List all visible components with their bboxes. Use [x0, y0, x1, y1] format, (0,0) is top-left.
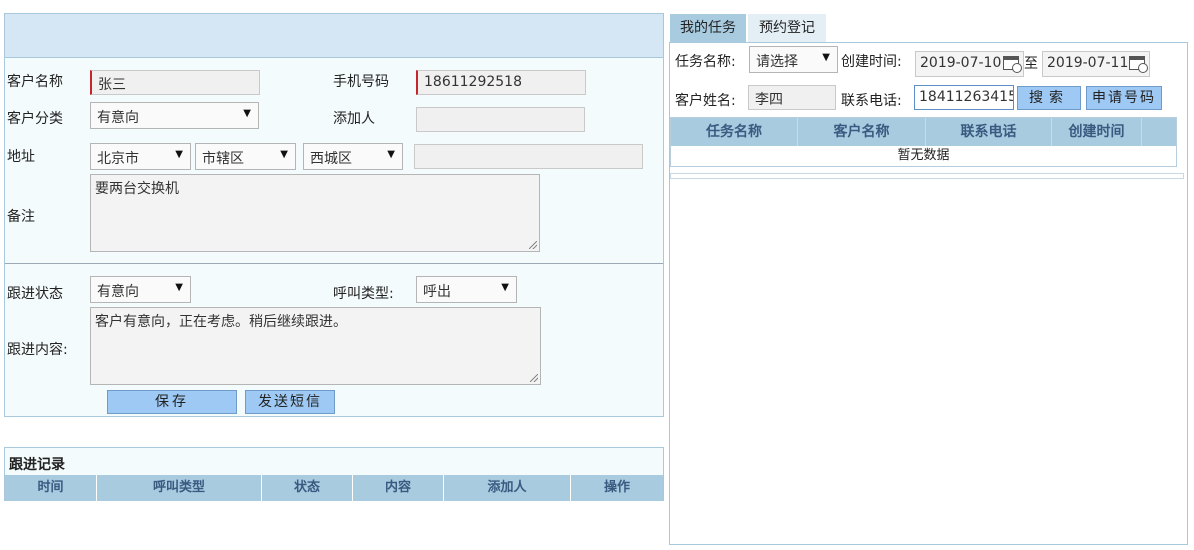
resize-grip-icon[interactable]	[530, 374, 538, 382]
contact-phone-label: 联系电话:	[841, 93, 902, 109]
task-name-select[interactable]: 请选择 ▼	[749, 46, 838, 73]
task-col-phone: 联系电话	[926, 118, 1052, 146]
category-label: 客户分类	[7, 111, 63, 127]
customer-label: 客户姓名:	[675, 93, 736, 109]
city-select-value: 市辖区	[202, 151, 244, 167]
date-to-value: 2019-07-11	[1047, 55, 1129, 71]
contact-phone-input[interactable]: 18411263415	[914, 85, 1014, 110]
phone-input[interactable]: 18611292518	[416, 70, 586, 95]
customer-name-input[interactable]: 张三	[90, 70, 260, 95]
district-select-value: 西城区	[310, 151, 352, 167]
apply-number-button[interactable]: 申请号码	[1086, 86, 1162, 110]
follow-records-panel: 跟进记录 时间 呼叫类型 状态 内容 添加人 操作	[4, 447, 664, 501]
category-select[interactable]: 有意向 ▼	[90, 102, 259, 129]
added-by-label: 添加人	[333, 111, 375, 127]
empty-state-text: 暂无数据	[897, 148, 950, 163]
customer-name-label: 客户名称	[7, 74, 63, 90]
follow-content-text: 客户有意向，正在考虑。稍后继续跟进。	[95, 314, 347, 330]
province-select-value: 北京市	[97, 151, 139, 167]
remark-text: 要两台交换机	[95, 181, 179, 197]
task-col-name: 任务名称	[671, 118, 798, 146]
address-detail-input[interactable]	[414, 144, 643, 169]
search-button[interactable]: 搜索	[1017, 86, 1081, 110]
task-name-select-value: 请选择	[756, 54, 798, 70]
resize-grip-icon[interactable]	[529, 241, 537, 249]
calendar-icon[interactable]	[1003, 56, 1022, 73]
remark-label: 备注	[7, 209, 35, 225]
table-pager-bar	[670, 173, 1184, 179]
follow-status-value: 有意向	[97, 284, 139, 300]
task-table: 任务名称 客户名称 联系电话 创建时间 暂无数据	[670, 117, 1177, 167]
created-time-label: 创建时间:	[841, 54, 902, 70]
task-name-label: 任务名称:	[675, 54, 736, 70]
chevron-down-icon: ▼	[175, 149, 183, 160]
district-select[interactable]: 西城区 ▼	[303, 143, 403, 170]
call-type-select[interactable]: 呼出 ▼	[416, 276, 517, 303]
province-select[interactable]: 北京市 ▼	[90, 143, 191, 170]
tab-appointment[interactable]: 预约登记	[748, 14, 826, 42]
records-col-added-by: 添加人	[444, 475, 571, 501]
added-by-input[interactable]	[416, 107, 585, 132]
date-to-label: 至	[1024, 56, 1038, 72]
records-title: 跟进记录	[9, 457, 65, 473]
follow-status-label: 跟进状态	[7, 286, 63, 302]
call-type-label: 呼叫类型:	[333, 286, 394, 302]
chevron-down-icon: ▼	[243, 108, 251, 119]
call-type-value: 呼出	[423, 284, 451, 300]
records-col-time: 时间	[5, 475, 97, 501]
chevron-down-icon: ▼	[280, 149, 288, 160]
records-col-call-type: 呼叫类型	[97, 475, 262, 501]
chevron-down-icon: ▼	[822, 52, 830, 63]
tab-my-tasks[interactable]: 我的任务	[670, 14, 746, 42]
city-select[interactable]: 市辖区 ▼	[195, 143, 296, 170]
date-from-input[interactable]: 2019-07-10	[915, 51, 1024, 77]
form-divider	[5, 263, 663, 264]
records-table-header: 时间 呼叫类型 状态 内容 添加人 操作	[5, 475, 663, 501]
records-col-content: 内容	[353, 475, 444, 501]
address-label: 地址	[7, 149, 35, 165]
calendar-icon[interactable]	[1129, 56, 1148, 73]
chevron-down-icon: ▼	[501, 282, 509, 293]
follow-content-textarea[interactable]: 客户有意向，正在考虑。稍后继续跟进。	[90, 307, 541, 385]
category-select-value: 有意向	[97, 110, 139, 126]
remark-textarea[interactable]: 要两台交换机	[90, 174, 540, 252]
chevron-down-icon: ▼	[387, 149, 395, 160]
task-col-customer: 客户名称	[798, 118, 926, 146]
customer-input[interactable]: 李四	[748, 85, 836, 110]
date-from-value: 2019-07-10	[920, 55, 1002, 71]
follow-content-label: 跟进内容:	[7, 342, 68, 358]
save-button[interactable]: 保存	[107, 390, 237, 414]
form-header-bar	[5, 14, 663, 58]
chevron-down-icon: ▼	[175, 282, 183, 293]
records-col-status: 状态	[262, 475, 353, 501]
phone-label: 手机号码	[333, 74, 389, 90]
task-table-header: 任务名称 客户名称 联系电话 创建时间	[671, 118, 1176, 146]
send-sms-button[interactable]: 发送短信	[245, 390, 335, 414]
date-to-input[interactable]: 2019-07-11	[1042, 51, 1150, 77]
records-col-actions: 操作	[603, 480, 630, 495]
task-col-created: 创建时间	[1052, 118, 1142, 146]
follow-status-select[interactable]: 有意向 ▼	[90, 276, 191, 303]
